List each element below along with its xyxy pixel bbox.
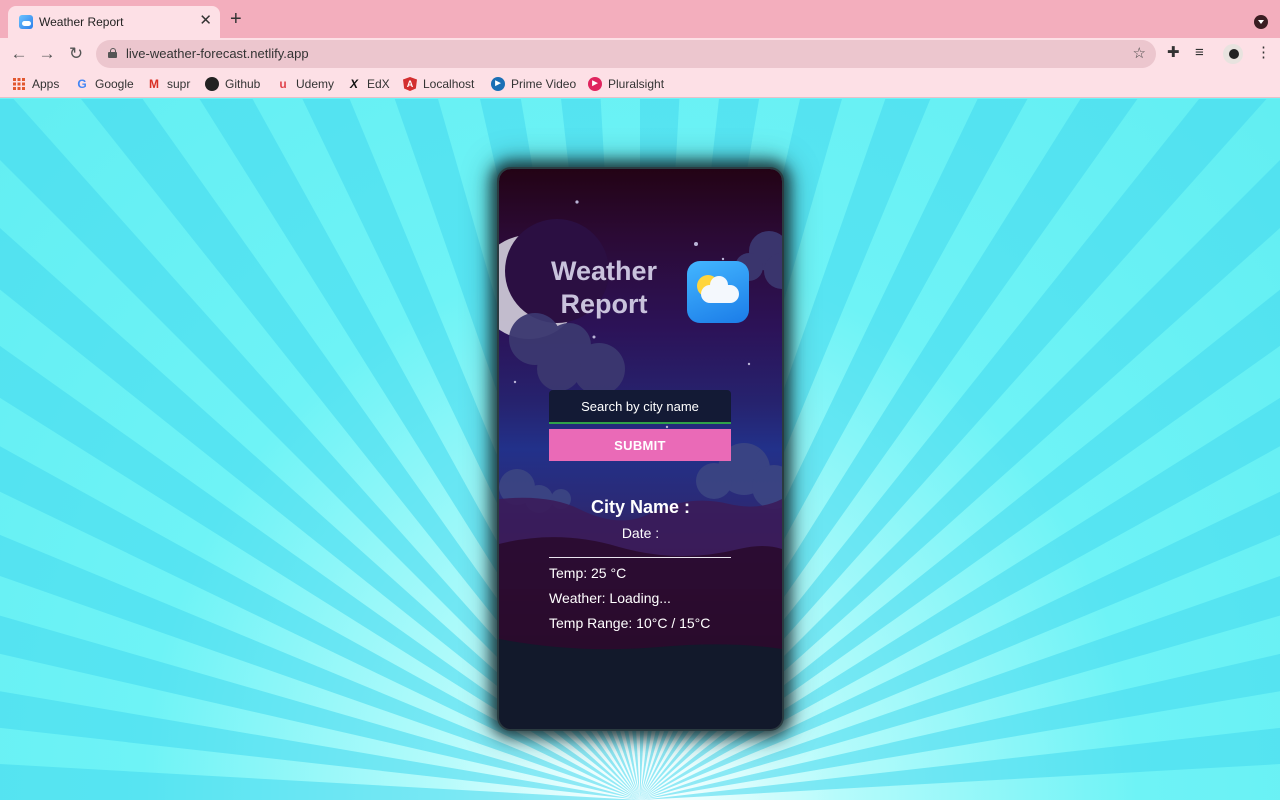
bookmark-prime-video[interactable]: ▶ Prime Video: [491, 76, 576, 92]
pluralsight-icon: ▶: [588, 77, 602, 91]
udemy-icon: u: [279, 77, 287, 91]
app-title-line-1: Weather: [550, 256, 658, 286]
app-title: Weather Report: [539, 255, 669, 321]
browser-toolbar: ← → ↻ live-weather-forecast.netlify.app …: [0, 38, 1280, 70]
bookmark-github[interactable]: Github: [205, 76, 260, 92]
bookmark-label: Localhost: [423, 77, 475, 91]
page-background: Weather Report SUBMIT City Name : Date :…: [0, 99, 1280, 800]
bookmark-star-icon[interactable]: ☆: [1133, 44, 1146, 62]
new-tab-button[interactable]: +: [230, 9, 242, 29]
reload-icon[interactable]: ↻: [64, 42, 88, 66]
menu-kebab-icon[interactable]: ⋮: [1256, 44, 1271, 62]
profile-avatar[interactable]: [1223, 44, 1243, 64]
extensions-icon[interactable]: ✚: [1167, 44, 1180, 62]
bookmark-google[interactable]: G Google: [75, 76, 134, 92]
bookmark-label: Github: [225, 77, 261, 91]
angular-icon: A: [403, 77, 417, 91]
close-tab-icon[interactable]: ✕: [199, 12, 212, 30]
bookmark-label: Google: [95, 77, 134, 91]
bookmark-label: Prime Video: [511, 77, 577, 91]
apps-grid-icon: [13, 78, 25, 90]
weather-card: Weather Report SUBMIT City Name : Date :…: [499, 169, 782, 729]
bookmark-udemy[interactable]: u Udemy: [276, 76, 334, 92]
github-icon: [205, 77, 219, 91]
bookmarks-bar: Apps G Google M supr Github u Udemy X Ed…: [0, 70, 1280, 98]
google-icon: G: [77, 77, 87, 91]
submit-button[interactable]: SUBMIT: [549, 429, 731, 461]
bookmark-label: supr: [167, 77, 191, 91]
weather-status-text: Weather: Loading...: [549, 590, 671, 606]
tab-strip: Weather Report ✕ +: [0, 0, 1280, 38]
temp-range-text: Temp Range: 10°C / 15°C: [549, 615, 711, 631]
bookmark-localhost[interactable]: A Localhost: [403, 76, 474, 92]
app-title-line-2: Report: [560, 289, 648, 319]
divider: [549, 557, 731, 558]
weather-app-icon: [687, 261, 749, 323]
media-control-icon[interactable]: ≡: [1195, 44, 1204, 62]
bookmark-apps[interactable]: Apps: [12, 76, 59, 92]
bookmark-pluralsight[interactable]: ▶ Pluralsight: [588, 76, 664, 92]
gmail-icon: M: [149, 77, 159, 91]
bookmark-supr[interactable]: M supr: [147, 76, 190, 92]
bookmark-label: EdX: [367, 77, 390, 91]
city-search-input[interactable]: [549, 390, 731, 424]
bookmark-label: Udemy: [296, 77, 335, 91]
weather-favicon-icon: [19, 15, 33, 29]
bookmark-edx[interactable]: X EdX: [347, 76, 390, 92]
url-text[interactable]: live-weather-forecast.netlify.app: [126, 46, 309, 61]
bookmark-label: Pluralsight: [608, 77, 665, 91]
tab-search-icon[interactable]: [1254, 15, 1268, 29]
cloud-icon: [701, 276, 739, 303]
prime-video-icon: ▶: [491, 77, 505, 91]
city-name-label: City Name :: [590, 497, 691, 517]
tab-title: Weather Report: [39, 15, 124, 29]
edx-icon: X: [349, 77, 358, 91]
date-label: Date :: [621, 525, 660, 541]
bookmark-label: Apps: [32, 77, 60, 91]
temperature-text: Temp: 25 °C: [549, 565, 627, 581]
address-bar[interactable]: live-weather-forecast.netlify.app ☆: [96, 40, 1156, 68]
browser-tab[interactable]: Weather Report ✕: [8, 6, 220, 38]
lock-icon[interactable]: [108, 48, 117, 58]
back-icon[interactable]: ←: [7, 42, 31, 66]
forward-icon[interactable]: →: [35, 42, 59, 66]
